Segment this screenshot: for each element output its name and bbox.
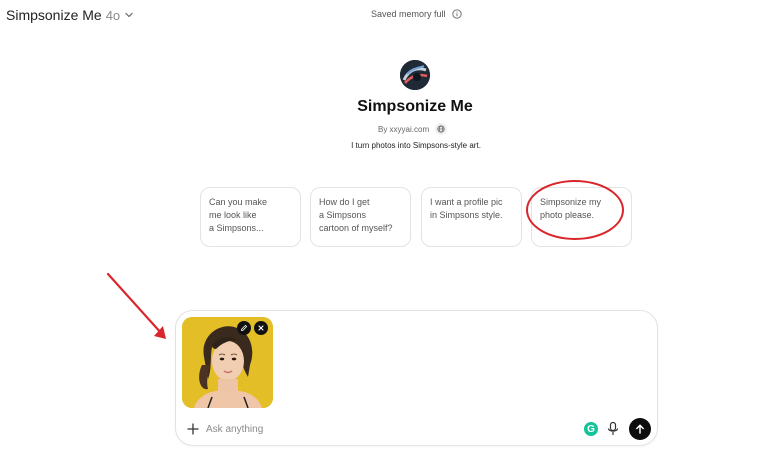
- remove-image-button[interactable]: [254, 321, 268, 335]
- starter-line: me look like: [209, 210, 257, 220]
- starter-line: in Simpsons style.: [430, 210, 503, 220]
- memory-status-text: Saved memory full: [371, 9, 446, 19]
- ask-input[interactable]: [206, 418, 566, 440]
- annotation-arrow-icon: [106, 272, 166, 339]
- starter-line: Can you make: [209, 197, 268, 207]
- gpt-logo-icon: [400, 60, 430, 90]
- edit-image-button[interactable]: [237, 321, 251, 335]
- close-icon: [258, 325, 264, 331]
- model-version: 4o: [105, 7, 121, 23]
- starter-line: a Simpsons...: [209, 223, 264, 233]
- starter-card-1[interactable]: Can you make me look like a Simpsons...: [200, 187, 301, 247]
- starter-card-3[interactable]: I want a profile pic in Simpsons style.: [421, 187, 522, 247]
- starter-line: cartoon of myself?: [319, 223, 393, 233]
- gpt-title: Simpsonize Me: [357, 98, 473, 115]
- send-button[interactable]: [629, 418, 651, 440]
- starter-line: I want a profile pic: [430, 197, 503, 207]
- starter-line: photo please.: [540, 210, 595, 220]
- grammarly-icon[interactable]: G: [584, 422, 598, 436]
- image-attachment[interactable]: [182, 317, 273, 408]
- chevron-down-icon: [125, 12, 133, 18]
- starter-line: How do I get: [319, 197, 370, 207]
- model-name: Simpsonize Me: [6, 7, 102, 23]
- model-picker[interactable]: Simpsonize Me 4o: [6, 7, 134, 23]
- gpt-avatar: [400, 60, 430, 90]
- plus-icon[interactable]: [186, 422, 200, 436]
- gpt-tagline: I turn photos into Simpsons-style art.: [351, 141, 481, 150]
- gpt-author[interactable]: By xxyyai.com: [378, 125, 429, 134]
- starter-card-4[interactable]: Simpsonize my photo please.: [531, 187, 632, 247]
- starter-line: a Simpsons: [319, 210, 367, 220]
- microphone-icon[interactable]: [606, 421, 620, 437]
- globe-icon[interactable]: [435, 123, 448, 135]
- starter-card-2[interactable]: How do I get a Simpsons cartoon of mysel…: [310, 187, 411, 247]
- memory-status: Saved memory full: [371, 9, 462, 19]
- arrow-up-icon: [636, 424, 644, 434]
- info-icon[interactable]: [451, 9, 462, 19]
- top-bar: Simpsonize Me 4o Saved memory full: [0, 0, 770, 30]
- starter-line: Simpsonize my: [540, 197, 602, 207]
- pencil-icon: [240, 324, 248, 332]
- gpt-byline: By xxyyai.com: [378, 123, 448, 135]
